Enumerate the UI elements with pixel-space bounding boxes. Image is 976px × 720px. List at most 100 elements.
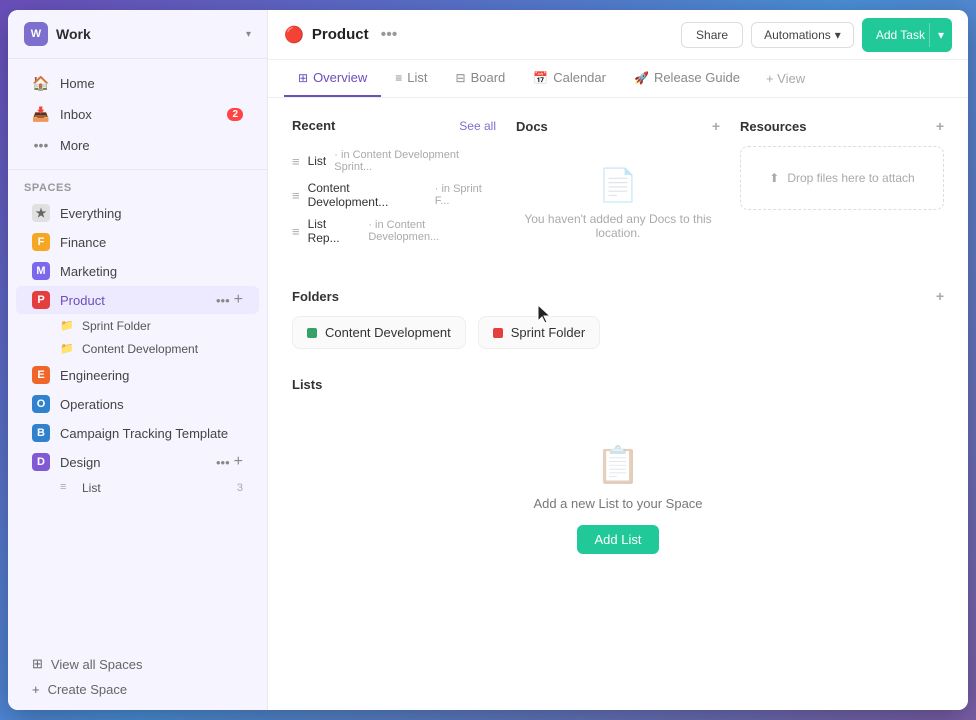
sidebar-item-operations[interactable]: O Operations bbox=[16, 390, 259, 418]
sidebar-item-finance[interactable]: F Finance bbox=[16, 228, 259, 256]
recent-item-1[interactable]: ≡ List · in Content Development Sprint..… bbox=[292, 145, 496, 177]
resources-drop-zone[interactable]: ⬆ Drop files here to attach bbox=[740, 146, 944, 210]
design-actions: ••• + bbox=[216, 453, 243, 471]
marketing-label: Marketing bbox=[60, 264, 117, 279]
lists-section-title: Lists bbox=[292, 377, 944, 392]
folder-card-content-dev[interactable]: Content Development bbox=[292, 316, 466, 349]
workspace-name: Work bbox=[56, 26, 246, 42]
product-options-icon[interactable]: ••• bbox=[216, 293, 230, 308]
docs-empty-icon: 📄 bbox=[598, 166, 638, 204]
folder-icon: 📁 bbox=[60, 319, 74, 333]
home-label: Home bbox=[60, 76, 95, 91]
app-container: W Work ▾ 🏠 Home 📥 Inbox 2 ••• More Space… bbox=[8, 10, 968, 710]
sidebar-item-design[interactable]: D Design ••• + bbox=[16, 448, 259, 476]
sidebar-item-product[interactable]: P Product ••• + bbox=[16, 286, 259, 314]
everything-label: Everything bbox=[60, 206, 121, 221]
create-space-item[interactable]: + Create Space bbox=[24, 677, 251, 702]
operations-icon: O bbox=[32, 395, 50, 413]
overview-tab-icon: ⊞ bbox=[298, 71, 308, 85]
workspace-chevron-icon: ▾ bbox=[246, 29, 251, 40]
lists-section: Lists 📋 Add a new List to your Space Add… bbox=[292, 377, 944, 594]
recent-section-title: Recent See all bbox=[292, 118, 496, 133]
resources-title: Resources bbox=[740, 119, 806, 134]
campaign-icon: B bbox=[32, 424, 50, 442]
resources-add-icon[interactable]: + bbox=[936, 118, 944, 134]
folders-add-icon[interactable]: + bbox=[936, 288, 944, 304]
recent-item-3[interactable]: ≡ List Rep... · in Content Developmen... bbox=[292, 213, 496, 249]
sidebar-item-more[interactable]: ••• More bbox=[16, 130, 259, 160]
workspace-header[interactable]: W Work ▾ bbox=[8, 10, 267, 59]
add-view-tab[interactable]: + View bbox=[758, 61, 813, 96]
product-icon: P bbox=[32, 291, 50, 309]
sidebar-item-design-list[interactable]: ≡ List 3 bbox=[16, 477, 259, 499]
docs-section-title: Docs + bbox=[516, 118, 720, 134]
tab-calendar[interactable]: 📅 Calendar bbox=[519, 60, 620, 97]
design-add-icon[interactable]: + bbox=[234, 453, 243, 471]
recent-title: Recent bbox=[292, 118, 335, 133]
tab-board[interactable]: ⊟ Board bbox=[442, 60, 520, 97]
workspace-icon: W bbox=[24, 22, 48, 46]
tab-overview[interactable]: ⊞ Overview bbox=[284, 60, 381, 97]
docs-empty-state: 📄 You haven't added any Docs to this loc… bbox=[516, 146, 720, 260]
inbox-badge: 2 bbox=[227, 108, 243, 121]
product-actions: ••• + bbox=[216, 291, 243, 309]
list-tab-icon: ≡ bbox=[395, 71, 402, 85]
sidebar-item-content-development[interactable]: 📁 Content Development bbox=[16, 338, 259, 360]
folder-card-sprint[interactable]: Sprint Folder bbox=[478, 316, 600, 349]
sidebar-item-marketing[interactable]: M Marketing bbox=[16, 257, 259, 285]
page-options-icon[interactable]: ••• bbox=[381, 26, 398, 44]
share-button[interactable]: Share bbox=[681, 22, 743, 48]
automations-button[interactable]: Automations ▾ bbox=[751, 22, 854, 48]
tab-release[interactable]: 🚀 Release Guide bbox=[620, 60, 754, 97]
see-all-link[interactable]: See all bbox=[459, 119, 496, 133]
sidebar-item-campaign[interactable]: B Campaign Tracking Template bbox=[16, 419, 259, 447]
spaces-header: Spaces bbox=[8, 170, 267, 198]
calendar-tab-icon: 📅 bbox=[533, 71, 548, 85]
top-sections-row: Recent See all ≡ List · in Content Devel… bbox=[292, 118, 944, 260]
folder-icon-2: 📁 bbox=[60, 342, 74, 356]
view-all-spaces-label: View all Spaces bbox=[51, 657, 143, 672]
upload-icon: ⬆ bbox=[769, 171, 779, 185]
home-icon: 🏠 bbox=[32, 74, 50, 92]
automations-chevron-icon: ▾ bbox=[835, 28, 841, 42]
sprint-folder-label: Sprint Folder bbox=[82, 319, 151, 333]
inbox-icon: 📥 bbox=[32, 105, 50, 123]
overview-content: Recent See all ≡ List · in Content Devel… bbox=[268, 98, 968, 710]
recent-item-2[interactable]: ≡ Content Development... · in Sprint F..… bbox=[292, 177, 496, 213]
engineering-label: Engineering bbox=[60, 368, 129, 383]
more-icon: ••• bbox=[32, 136, 50, 154]
more-label: More bbox=[60, 138, 90, 153]
sidebar-item-engineering[interactable]: E Engineering bbox=[16, 361, 259, 389]
product-add-icon[interactable]: + bbox=[234, 291, 243, 309]
lists-empty-icon: 📋 bbox=[596, 444, 641, 486]
board-tab-label: Board bbox=[471, 70, 506, 85]
lists-empty-text: Add a new List to your Space bbox=[533, 496, 702, 511]
recent-section: Recent See all ≡ List · in Content Devel… bbox=[292, 118, 496, 260]
tabs-bar: ⊞ Overview ≡ List ⊟ Board 📅 Calendar 🚀 R… bbox=[268, 60, 968, 98]
add-task-chevron-icon[interactable]: ▾ bbox=[929, 23, 952, 47]
folders-title: Folders bbox=[292, 289, 339, 304]
sidebar-item-inbox[interactable]: 📥 Inbox 2 bbox=[16, 99, 259, 129]
recent-item-2-sub: · in Sprint F... bbox=[435, 183, 496, 207]
header-actions: Share Automations ▾ Add Task ▾ bbox=[681, 18, 952, 52]
page-title: Product bbox=[312, 26, 369, 43]
design-list-count: 3 bbox=[237, 482, 243, 494]
folders-section: Folders + Content Development Sprint Fol… bbox=[292, 288, 944, 349]
add-list-button[interactable]: Add List bbox=[577, 525, 660, 554]
sidebar-item-home[interactable]: 🏠 Home bbox=[16, 68, 259, 98]
sidebar-item-sprint-folder[interactable]: 📁 Sprint Folder bbox=[16, 315, 259, 337]
finance-label: Finance bbox=[60, 235, 106, 250]
sidebar-item-everything[interactable]: ★ Everything bbox=[16, 199, 259, 227]
sidebar: W Work ▾ 🏠 Home 📥 Inbox 2 ••• More Space… bbox=[8, 10, 268, 710]
drop-text: Drop files here to attach bbox=[787, 171, 914, 185]
design-options-icon[interactable]: ••• bbox=[216, 455, 230, 470]
page-emoji: 🔴 bbox=[284, 25, 304, 45]
lists-title: Lists bbox=[292, 377, 322, 392]
add-task-button[interactable]: Add Task ▾ bbox=[862, 18, 952, 52]
create-space-label: Create Space bbox=[48, 682, 128, 697]
doc-icon-3: ≡ bbox=[292, 224, 300, 239]
docs-add-icon[interactable]: + bbox=[712, 118, 720, 134]
tab-list[interactable]: ≡ List bbox=[381, 60, 441, 97]
view-all-spaces-item[interactable]: ⊞ View all Spaces bbox=[24, 651, 251, 677]
content-dev-folder-label: Content Development bbox=[325, 325, 451, 340]
